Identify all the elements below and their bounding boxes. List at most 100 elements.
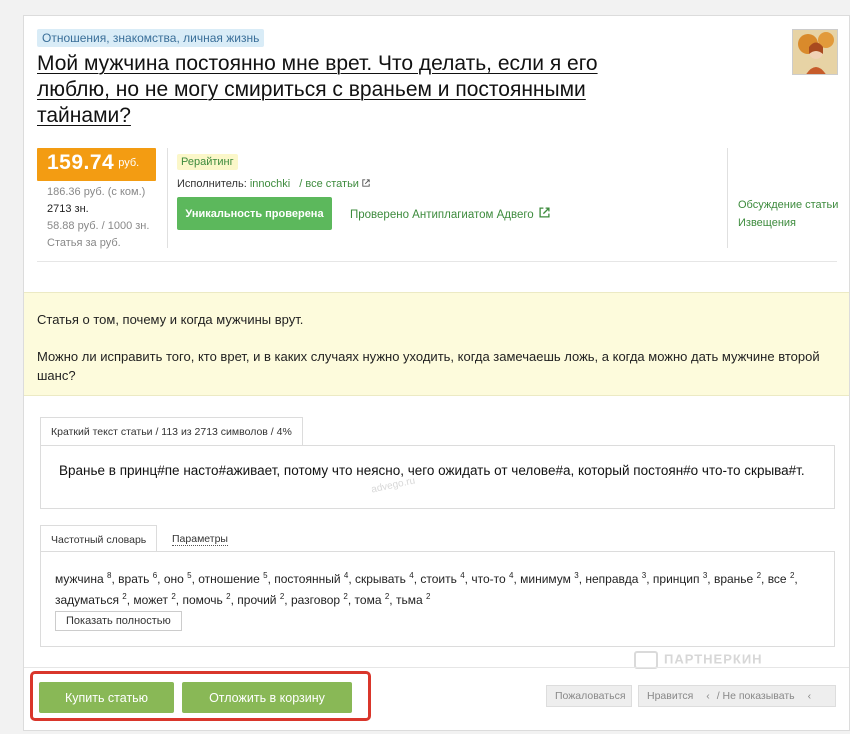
- hide-label: / Не показывать: [716, 690, 795, 702]
- uniqueness-checked-button[interactable]: Уникальность проверена: [177, 197, 332, 230]
- frequency-word: тьма 2: [396, 592, 431, 607]
- frequency-word: помочь 2: [182, 592, 231, 607]
- frequency-word: тома 2: [354, 592, 390, 607]
- like-label: Нравится: [647, 690, 694, 702]
- frequency-word-count: 8: [107, 571, 112, 580]
- frequency-word-count: 2: [425, 592, 431, 601]
- antiplagiat-label: Проверено Антиплагиатом Адвего: [350, 209, 534, 221]
- frequency-word-count: 3: [702, 571, 708, 580]
- frequency-word-text: отношение: [198, 572, 264, 586]
- frequency-word-count: 4: [460, 571, 465, 580]
- frequency-word-text: задуматься: [55, 593, 123, 607]
- frequency-word-count: 2: [171, 592, 176, 601]
- frequency-word: мужчина 8: [55, 571, 112, 586]
- char-count: 2713 зн.: [47, 203, 89, 215]
- frequency-word-count: 4: [409, 571, 414, 580]
- category-tag[interactable]: Отношения, знакомства, личная жизнь: [37, 29, 265, 47]
- price-per-rub: Статья за руб.: [47, 237, 121, 249]
- frequency-word-count: 3: [574, 571, 579, 580]
- frequency-word-text: что-то: [471, 572, 509, 586]
- side-links: Обсуждение статьи Извещения: [738, 196, 838, 232]
- price-badge: 159.74 руб.: [37, 148, 156, 181]
- frequency-word-count: 2: [343, 592, 348, 601]
- tab-frequency-dictionary[interactable]: Частотный словарь: [40, 525, 158, 552]
- tab-short-text[interactable]: Краткий текст статьи / 113 из 2713 симво…: [40, 417, 303, 446]
- frequency-word-count: 4: [509, 571, 514, 580]
- frequency-word: может 2: [133, 592, 176, 607]
- short-text-panel: Вранье в принц#пе насто#аживает, потому …: [40, 445, 835, 509]
- separator: [37, 261, 837, 262]
- frequency-word-text: мужчина: [55, 572, 108, 586]
- price-with-commission: 186.36 руб. (с ком.): [47, 186, 146, 198]
- article-description: Статья о том, почему и когда мужчины вру…: [24, 292, 849, 396]
- description-paragraph: Статья о том, почему и когда мужчины вру…: [37, 312, 304, 327]
- frequency-word-text: врать: [118, 572, 153, 586]
- frequency-word: оно 5: [163, 571, 192, 586]
- price-per-1000: 58.88 руб. / 1000 зн.: [47, 220, 150, 232]
- discussion-link[interactable]: Обсуждение статьи: [738, 196, 838, 214]
- price-block: 159.74 руб. 186.36 руб. (с ком.) 2713 зн.…: [37, 148, 167, 252]
- price-value: 159.74: [47, 151, 115, 174]
- frequency-word-count: 2: [384, 592, 390, 601]
- frequency-word-text: неправда: [585, 572, 642, 586]
- frequency-word-text: оно: [163, 572, 188, 586]
- frequency-word-count: 4: [343, 571, 349, 580]
- frequency-word-text: вранье: [713, 572, 757, 586]
- notifications-link[interactable]: Извещения: [738, 214, 838, 232]
- frequency-word-count: 2: [789, 571, 795, 580]
- frequency-panel: мужчина 8, врать 6, оно 5, отношение 5, …: [40, 551, 835, 647]
- frequency-word: врать 6: [118, 571, 157, 586]
- frequency-word: неправда 3: [585, 571, 647, 586]
- frequency-word-count: 2: [226, 592, 231, 601]
- executor-line: Исполнитель: innochki / все статьи: [177, 178, 370, 190]
- frequency-word: вранье 2: [713, 571, 762, 586]
- frequency-word: прочий 2: [237, 592, 285, 607]
- frequency-word-text: может: [133, 593, 172, 607]
- external-link-icon: [539, 207, 550, 218]
- tab-parameters[interactable]: Параметры: [172, 533, 228, 546]
- frequency-word: отношение 5: [198, 571, 268, 586]
- author-avatar[interactable]: [792, 29, 838, 75]
- highlight-frame: [30, 671, 371, 721]
- frequency-word: стоить 4: [420, 571, 465, 586]
- frequency-word-text: постоянный: [274, 572, 344, 586]
- frequency-word-text: прочий: [237, 593, 280, 607]
- like-hide-button[interactable]: Нравится ‹ / Не показывать ‹: [638, 685, 836, 707]
- frequency-word: все 2: [767, 571, 795, 586]
- avatar-image-icon: [793, 30, 837, 74]
- partner-watermark-text: ПАРТНЕРКИН: [664, 651, 763, 667]
- frequency-word-text: скрывать: [354, 572, 410, 586]
- frequency-word-count: 2: [122, 592, 127, 601]
- frequency-word-count: 2: [756, 571, 762, 580]
- article-type-tag: Рерайтинг: [177, 154, 238, 170]
- frequency-word-text: стоить: [420, 572, 461, 586]
- frequency-word-count: 2: [279, 592, 285, 601]
- all-articles-link[interactable]: / все статьи: [299, 178, 370, 190]
- external-link-icon: [362, 179, 370, 187]
- frequency-word-count: 5: [263, 571, 268, 580]
- frequency-word-text: тома: [354, 593, 385, 607]
- frequency-word-count: 3: [641, 571, 647, 580]
- frequency-word-count: 5: [187, 571, 192, 580]
- description-paragraph: Можно ли исправить того, кто врет, и в к…: [37, 349, 820, 383]
- frequency-word-text: минимум: [520, 572, 575, 586]
- frequency-word: минимум 3: [520, 571, 579, 586]
- article-title[interactable]: Мой мужчина постоянно мне врет. Что дела…: [37, 51, 647, 129]
- frequency-word: постоянный 4: [274, 571, 349, 586]
- show-full-button[interactable]: Показать полностью: [55, 611, 182, 631]
- divider: [727, 148, 728, 248]
- chevron-left-icon: ‹: [706, 690, 710, 702]
- complain-button[interactable]: Пожаловаться: [546, 685, 632, 707]
- frequency-word-list: мужчина 8, врать 6, оно 5, отношение 5, …: [55, 571, 798, 607]
- frequency-word: что-то 4: [471, 571, 514, 586]
- frequency-word: разговор 2: [291, 592, 348, 607]
- antiplagiat-link[interactable]: Проверено Антиплагиатом Адвего: [350, 207, 550, 221]
- frequency-word-text: принцип: [652, 572, 703, 586]
- frequency-word: принцип 3: [652, 571, 708, 586]
- price-details: 186.36 руб. (с ком.) 2713 зн. 58.88 руб.…: [37, 184, 167, 252]
- executor-name-link[interactable]: innochki: [250, 178, 290, 190]
- short-text: Вранье в принц#пе насто#аживает, потому …: [59, 463, 805, 478]
- all-articles-label: / все статьи: [299, 178, 359, 190]
- divider: [167, 148, 168, 248]
- frequency-word-text: все: [767, 572, 790, 586]
